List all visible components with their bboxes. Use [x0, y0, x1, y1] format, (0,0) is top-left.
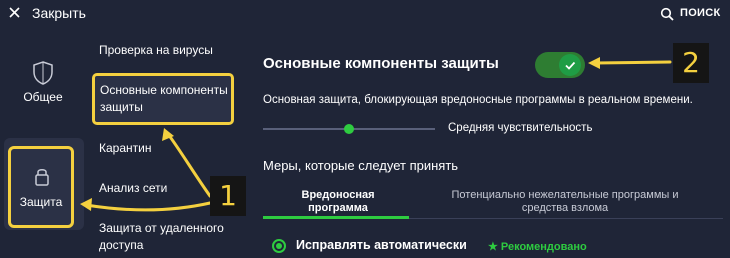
- arrow-2-to-toggle: [593, 60, 672, 65]
- callout-badge-1: 1: [210, 176, 246, 216]
- callout-badge-2: 2: [673, 43, 709, 83]
- arrow-1-to-core-shields: [166, 132, 212, 198]
- annotation-arrows: [80, 57, 672, 212]
- arrow-1-to-protection: [84, 201, 212, 212]
